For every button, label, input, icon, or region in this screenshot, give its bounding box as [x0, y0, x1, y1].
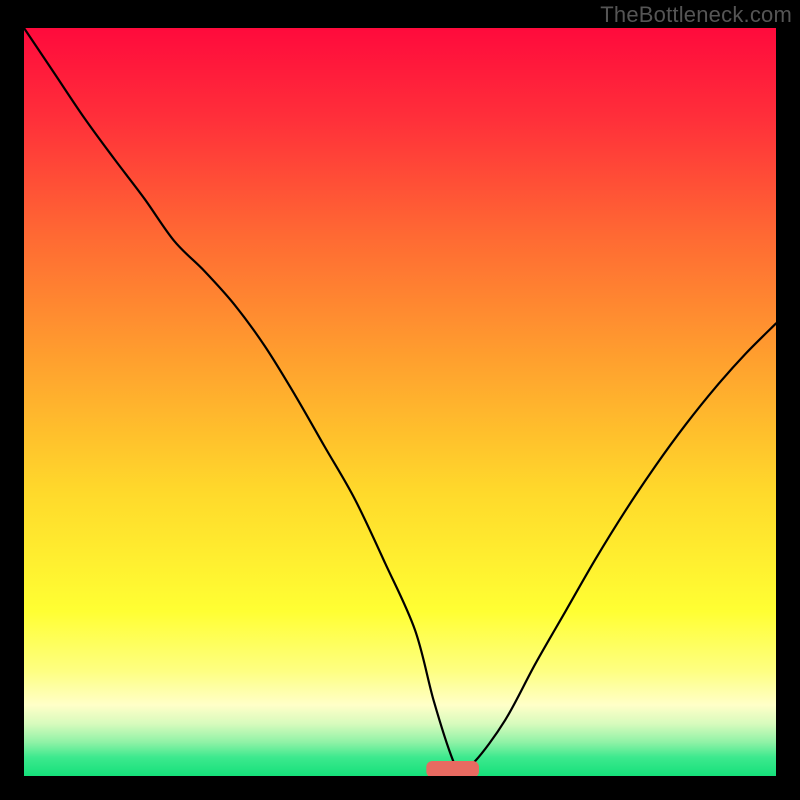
chart-frame: TheBottleneck.com	[0, 0, 800, 800]
watermark-text: TheBottleneck.com	[600, 2, 792, 28]
gradient-background	[24, 28, 776, 776]
plot-area	[24, 28, 776, 776]
bottleneck-chart-svg	[24, 28, 776, 776]
optimum-marker	[426, 761, 479, 776]
